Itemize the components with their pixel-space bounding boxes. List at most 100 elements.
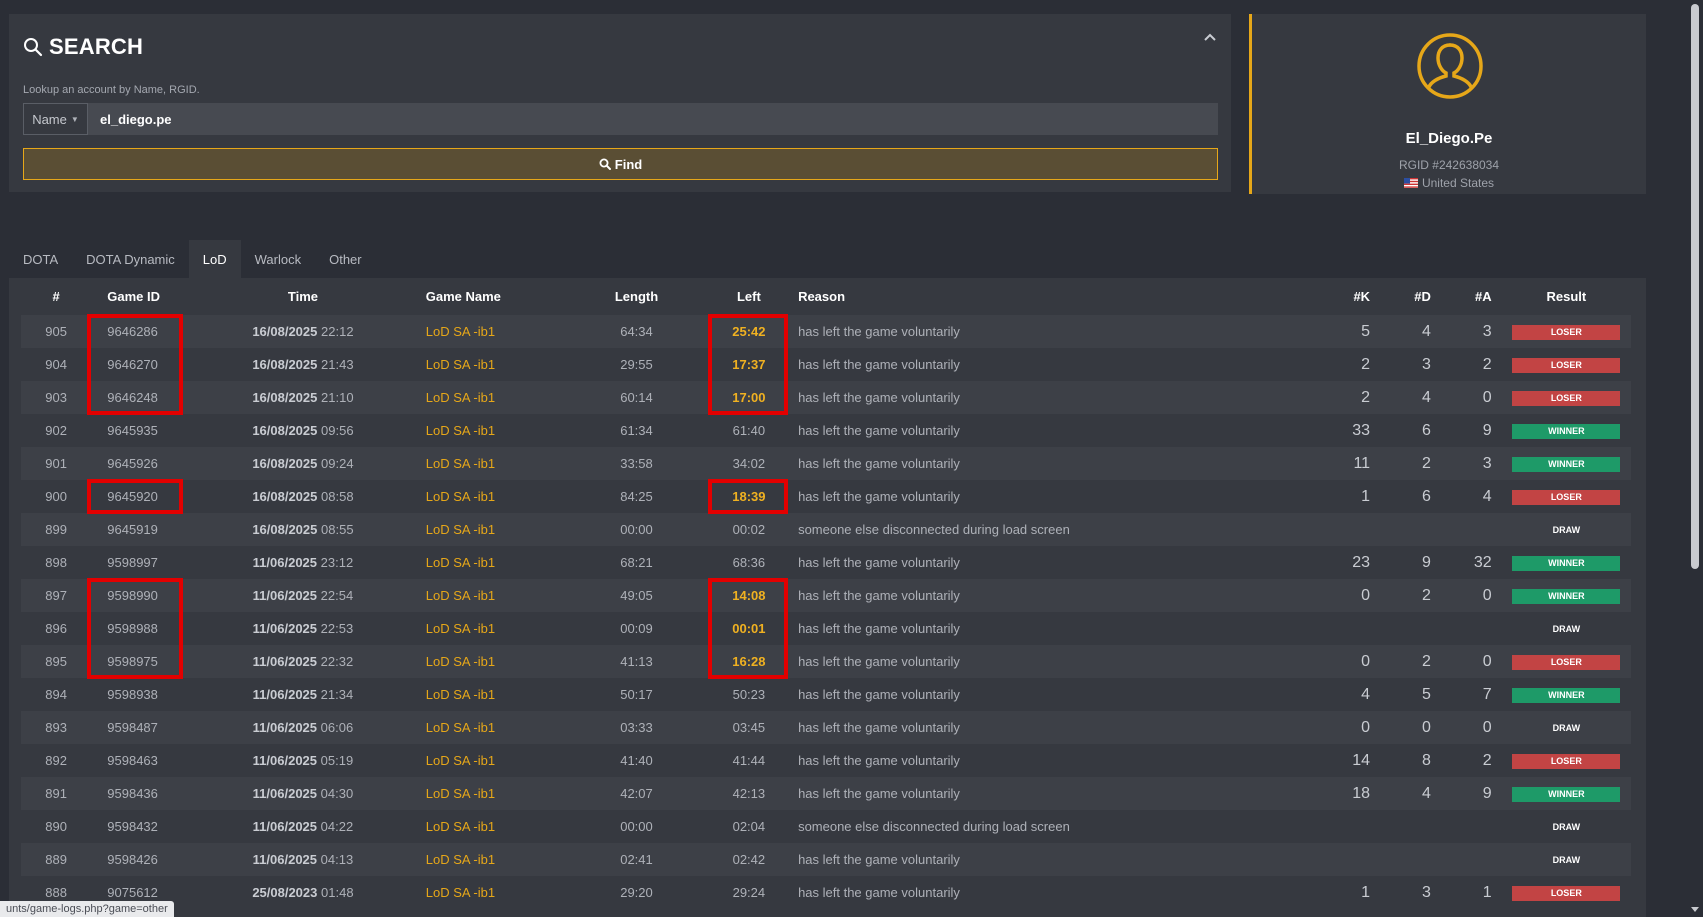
row-clock: 09:56	[321, 423, 354, 438]
row-assists: 9	[1482, 421, 1492, 439]
chevron-up-icon	[1204, 33, 1216, 41]
row-game-id[interactable]: 9598426	[91, 843, 191, 876]
tab-warlock[interactable]: Warlock	[241, 240, 315, 278]
scrollbar-thumb[interactable]	[1691, 4, 1699, 569]
game-log-table: # Game ID Time Game Name Length Left Rea…	[21, 278, 1631, 909]
row-num: 893	[21, 711, 92, 744]
row-game-id[interactable]: 9646286	[91, 315, 191, 348]
row-game-name[interactable]: LoD SA -ib1	[416, 744, 564, 777]
row-kills: 11	[1319, 447, 1381, 480]
row-game-name[interactable]: LoD SA -ib1	[416, 480, 564, 513]
row-deaths: 4	[1380, 315, 1441, 348]
row-num: 894	[45, 687, 67, 702]
header-kills[interactable]: #K	[1319, 278, 1380, 315]
header-game-id[interactable]: Game ID	[91, 278, 190, 315]
row-time: 16/08/2025 09:24	[190, 447, 416, 480]
row-game-id[interactable]: 9645926	[91, 447, 191, 480]
row-length: 84:25	[620, 489, 653, 504]
scroll-down-arrow-icon[interactable]	[1690, 905, 1700, 913]
find-button[interactable]: Find	[23, 148, 1218, 180]
row-date: 16/08/2025	[252, 390, 318, 405]
table-row: 896 9598988 11/06/2025 22:53 LoD SA -ib1 00:…	[21, 612, 1631, 645]
row-game-name[interactable]: LoD SA -ib1	[415, 513, 564, 546]
row-game-id[interactable]: 9598988	[91, 612, 190, 645]
header-game-name[interactable]: Game Name	[416, 278, 564, 315]
row-reason: has left the game voluntarily	[798, 621, 960, 636]
search-input[interactable]	[88, 103, 1218, 135]
row-game-id[interactable]: 9598463	[91, 744, 190, 777]
row-game-name[interactable]: LoD SA -ib1	[416, 612, 564, 645]
row-time: 11/06/2025 22:54	[190, 579, 416, 612]
collapse-button[interactable]	[1201, 28, 1219, 46]
row-game-id[interactable]: 9598938	[91, 678, 190, 711]
header-num[interactable]: #	[21, 278, 91, 315]
search-type-dropdown[interactable]: Name ▼	[23, 103, 88, 135]
row-game-name[interactable]: LoD SA -ib1	[415, 579, 564, 612]
header-length[interactable]: Length	[563, 278, 709, 315]
row-game-id[interactable]: 9598990	[91, 579, 191, 612]
header-left[interactable]: Left	[710, 278, 788, 315]
row-clock: 09:24	[321, 456, 354, 471]
row-assists: 3	[1440, 315, 1502, 348]
caret-down-icon: ▼	[70, 114, 79, 124]
result-badge: DRAW	[1552, 855, 1581, 865]
row-game-id[interactable]: 9598975	[91, 645, 191, 678]
row-date: 16/08/2025	[252, 423, 318, 438]
row-clock: 22:12	[321, 324, 354, 339]
row-game-id[interactable]: 9598997	[91, 546, 190, 579]
row-game-id[interactable]: 9646248	[91, 381, 191, 414]
tab-dota-dynamic[interactable]: DOTA Dynamic	[72, 240, 189, 278]
row-reason: has left the game voluntarily	[788, 645, 1320, 678]
tab-lod[interactable]: LoD	[188, 240, 241, 278]
row-game-name[interactable]: LoD SA -ib1	[415, 447, 564, 480]
row-game-name[interactable]: LoD SA -ib1	[415, 843, 564, 876]
table-row: 902 9645935 16/08/2025 09:56 LoD SA -ib1 61:…	[21, 414, 1631, 447]
row-game-name[interactable]: LoD SA -ib1	[415, 645, 564, 678]
row-game-name[interactable]: LoD SA -ib1	[415, 711, 564, 744]
profile-country: United States	[1252, 176, 1646, 190]
row-left: 50:23	[732, 687, 766, 702]
row-left: 02:42	[709, 843, 789, 876]
row-kills: 14	[1352, 751, 1371, 769]
row-game-name[interactable]: LoD SA -ib1	[416, 348, 564, 381]
row-length: 41:40	[620, 753, 653, 768]
row-game-id[interactable]: 9598432	[91, 810, 190, 843]
row-game-name[interactable]: LoD SA -ib1	[416, 546, 564, 579]
row-clock: 23:12	[320, 555, 354, 570]
row-game-id[interactable]: 9598436	[91, 777, 191, 810]
row-game-id[interactable]: 9598487	[91, 711, 191, 744]
row-game-name[interactable]: LoD SA -ib1	[415, 777, 564, 810]
row-game-name[interactable]: LoD SA -ib1	[415, 381, 564, 414]
row-reason: has left the game voluntarily	[798, 489, 960, 504]
header-time[interactable]: Time	[190, 278, 416, 315]
row-game-id[interactable]: 9645920	[91, 480, 190, 513]
row-time: 11/06/2025 05:19	[190, 744, 416, 777]
row-deaths: 2	[1380, 579, 1441, 612]
row-length: 49:05	[563, 579, 710, 612]
tab-dota[interactable]: DOTA	[9, 240, 72, 278]
row-game-name[interactable]: LoD SA -ib1	[415, 315, 564, 348]
row-result: DRAW	[1501, 843, 1631, 876]
search-heading: SEARCH	[23, 34, 143, 60]
row-reason: has left the game voluntarily	[788, 315, 1320, 348]
row-date: 11/06/2025	[252, 852, 318, 867]
header-reason[interactable]: Reason	[788, 278, 1319, 315]
row-game-name[interactable]: LoD SA -ib1	[416, 678, 564, 711]
row-game-id[interactable]: 9645919	[91, 513, 191, 546]
row-game-id[interactable]: 9645935	[91, 414, 190, 447]
header-deaths[interactable]: #D	[1380, 278, 1441, 315]
row-game-name[interactable]: LoD SA -ib1	[416, 876, 564, 909]
row-game-name[interactable]: LoD SA -ib1	[416, 414, 564, 447]
row-clock: 04:13	[320, 852, 354, 867]
row-date: 11/06/2025	[252, 654, 318, 669]
row-kills	[1319, 612, 1380, 645]
row-game-name[interactable]: LoD SA -ib1	[416, 810, 564, 843]
row-game-id[interactable]: 9646270	[91, 348, 190, 381]
header-assists[interactable]: #A	[1441, 278, 1502, 315]
tab-other[interactable]: Other	[315, 240, 376, 278]
search-row: Name ▼	[23, 103, 1218, 135]
table-row: 903 9646248 16/08/2025 21:10 LoD SA -ib1 60:…	[21, 381, 1631, 414]
result-badge: WINNER	[1512, 457, 1621, 472]
header-result[interactable]: Result	[1502, 278, 1631, 315]
page-scrollbar[interactable]	[1687, 0, 1703, 917]
